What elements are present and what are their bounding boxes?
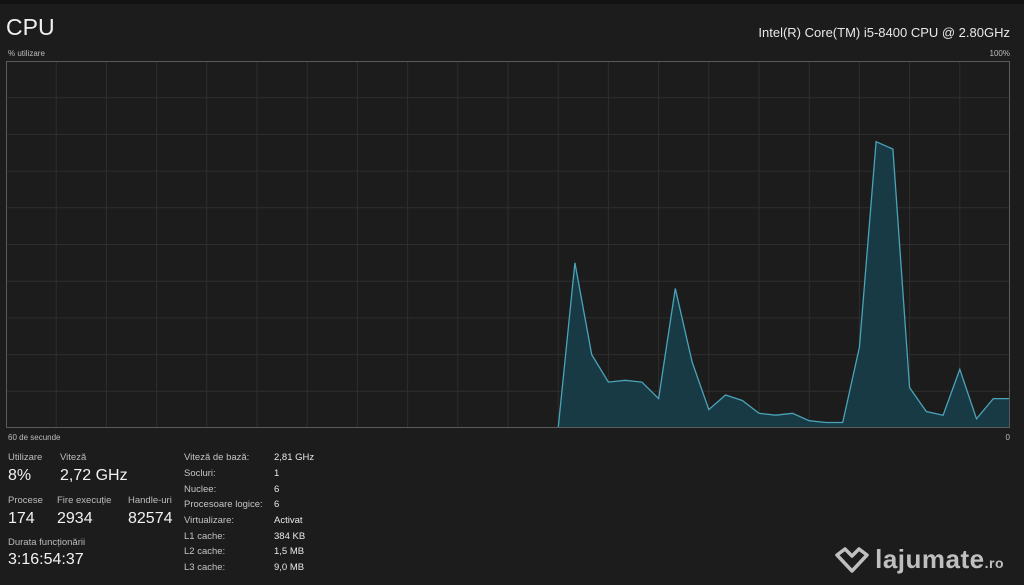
handles-value: 82574 — [128, 510, 173, 527]
x-axis-label: 60 de secunde — [8, 433, 61, 442]
speed-label: Viteză — [60, 452, 87, 463]
y-axis-max-label: 100% — [989, 49, 1010, 58]
cores-key: Nuclee: — [184, 484, 217, 495]
utilization-value: 8% — [8, 467, 32, 484]
logical-processors-key: Procesoare logice: — [184, 499, 263, 510]
x-axis-zero-label: 0 — [1005, 433, 1010, 442]
uptime-label: Durata funcționării — [8, 537, 86, 548]
sockets-value: 1 — [274, 468, 280, 479]
heart-hands-icon — [835, 546, 869, 573]
virtualization-value: Activat — [274, 515, 303, 526]
l3-cache-key: L3 cache: — [184, 562, 226, 573]
logical-processors-value: 6 — [274, 499, 280, 510]
l1-cache-value: 384 KB — [274, 531, 306, 542]
threads-value: 2934 — [57, 510, 93, 527]
processes-label: Procese — [8, 495, 43, 506]
utilization-label: Utilizare — [8, 452, 43, 463]
speed-value: 2,72 GHz — [60, 467, 128, 484]
l1-cache-key: L1 cache: — [184, 531, 226, 542]
cores-value: 6 — [274, 484, 280, 495]
cpu-utilization-graph — [6, 61, 1010, 428]
watermark-text: lajumate.ro — [875, 544, 1004, 574]
base-speed-key: Viteză de bază: — [184, 452, 250, 463]
cpu-model-name: Intel(R) Core(TM) i5-8400 CPU @ 2.80GHz — [758, 25, 1010, 40]
l2-cache-key: L2 cache: — [184, 546, 226, 557]
sockets-key: Socluri: — [184, 468, 216, 479]
watermark: lajumate.ro — [835, 544, 1004, 575]
l2-cache-value: 1,5 MB — [274, 546, 305, 557]
top-border — [0, 0, 1024, 4]
virtualization-key: Virtualizare: — [184, 515, 234, 526]
threads-label: Fire execuție — [57, 495, 112, 506]
base-speed-value: 2,81 GHz — [274, 452, 315, 463]
handles-label: Handle-uri — [128, 495, 172, 506]
y-axis-label: % utilizare — [8, 49, 45, 58]
page-title: CPU — [6, 14, 55, 40]
processes-value: 174 — [8, 510, 35, 527]
uptime-value: 3:16:54:37 — [8, 551, 84, 568]
l3-cache-value: 9,0 MB — [274, 562, 305, 573]
